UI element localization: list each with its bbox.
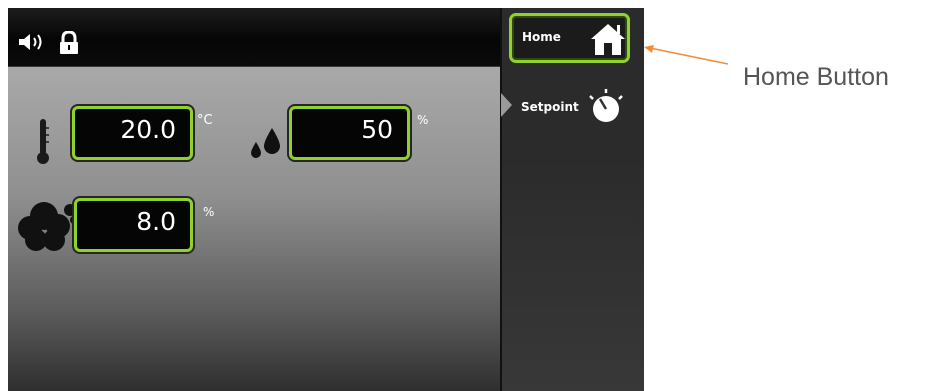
temperature-unit: °C [197,113,213,128]
humidity-unit: % [417,113,429,127]
hmi-screen: 20.0 °C 50 % 8.0 % Home Setpoint [8,8,644,391]
humidity-field[interactable]: 50 [289,106,410,160]
annotation-label: Home Button [743,63,889,91]
sidebar-background [502,158,644,391]
home-label: Home [522,30,561,44]
water-drops-icon [251,128,280,158]
humidity-value: 50 [361,115,393,144]
co2-value: 8.0 [136,207,176,236]
temperature-value: 20.0 [120,115,176,144]
temperature-field[interactable]: 20.0 [72,106,193,160]
setpoint-label: Setpoint [521,100,579,114]
cloud-icon [18,202,78,251]
sidebar: Home Setpoint [500,8,644,391]
co2-field[interactable]: 8.0 [74,198,193,252]
co2-unit: % [203,205,215,219]
home-button[interactable]: Home [509,13,630,63]
setpoint-button[interactable]: Setpoint [502,83,644,133]
speaker-icon[interactable] [18,31,46,53]
status-bar [8,8,500,67]
annotation-arrow [644,45,729,65]
dial-icon [589,89,623,122]
home-icon [591,24,625,55]
lock-icon[interactable] [58,31,80,55]
thermometer-icon [37,119,49,164]
